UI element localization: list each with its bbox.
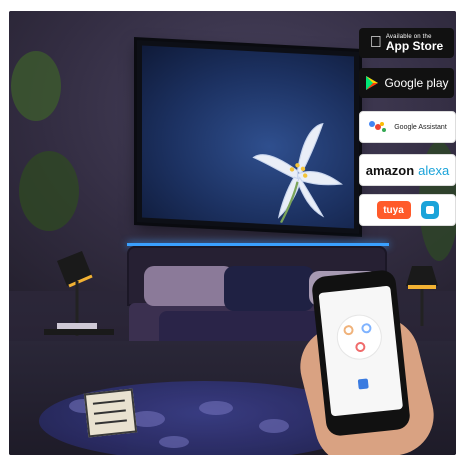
smartphone: [310, 269, 412, 437]
amazon-alexa-badge[interactable]: amazon alexa: [359, 154, 456, 186]
color-wheel-icon: [336, 314, 382, 390]
right-lamp: [406, 266, 438, 326]
nightstand: [44, 329, 114, 335]
google-assistant-icon: [369, 121, 387, 132]
google-play-label: Google play: [384, 75, 449, 90]
google-play-icon: [366, 76, 379, 90]
product-photo:  Available on the App Store Google play…: [9, 11, 456, 455]
crate-lines: [93, 409, 126, 415]
alexa-text: alexa: [418, 162, 450, 178]
rug-dot: [159, 436, 189, 448]
rug-dot: [259, 419, 289, 433]
apple-icon: : [370, 35, 382, 51]
tuya-label: tuya: [383, 204, 404, 216]
crate-lines: [92, 399, 125, 405]
nightstand-book: [57, 323, 97, 329]
wall-tv: [137, 40, 359, 234]
pillow-left: [144, 266, 234, 306]
google-play-badge[interactable]: Google play: [359, 68, 454, 98]
tuya-logo: tuya: [376, 201, 411, 219]
app-store-badge[interactable]:  Available on the App Store: [359, 28, 454, 58]
smartlife-icon: [420, 201, 439, 219]
crate-lines: [94, 419, 127, 425]
lily-flower-image: [252, 122, 343, 224]
plant-left-2: [19, 151, 79, 231]
smartlife-house-icon: [425, 206, 434, 214]
pillow-middle: [224, 266, 314, 311]
rug-dot: [199, 401, 233, 415]
tuya-badge[interactable]: tuya: [359, 194, 456, 226]
tv-screen: [142, 45, 354, 229]
google-assistant-badge[interactable]: Google Assistant: [359, 111, 456, 143]
amazon-text: amazon: [365, 162, 415, 178]
phone-screen: [318, 285, 404, 417]
wooden-crate: [83, 388, 138, 438]
app-store-title: App Store: [379, 38, 443, 53]
google-assistant-label: Google Assistant: [394, 123, 447, 131]
plant-left: [11, 51, 61, 121]
